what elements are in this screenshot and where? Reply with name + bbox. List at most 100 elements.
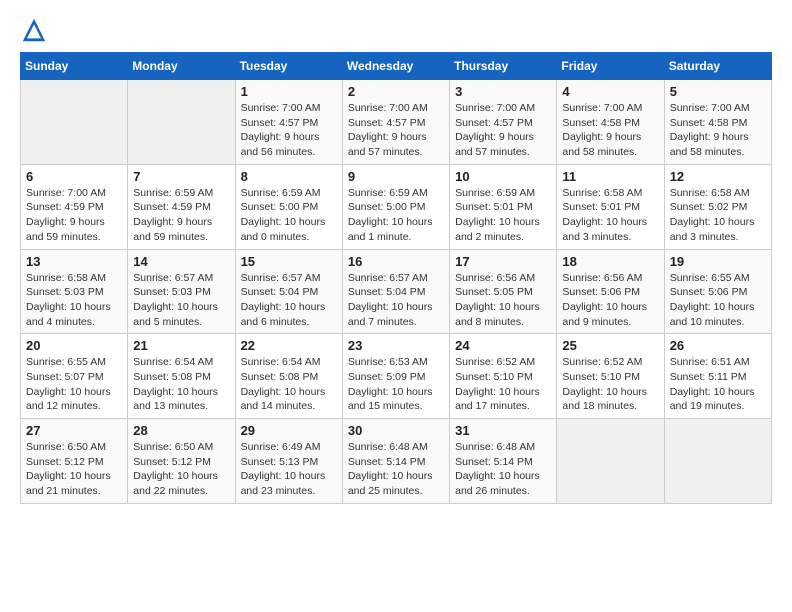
day-number: 20 <box>26 338 122 353</box>
day-info: Sunrise: 6:59 AM Sunset: 5:00 PM Dayligh… <box>348 186 444 245</box>
calendar-cell: 4 Sunrise: 7:00 AM Sunset: 4:58 PM Daylig… <box>557 80 664 165</box>
day-number: 23 <box>348 338 444 353</box>
day-number: 14 <box>133 254 229 269</box>
day-info: Sunrise: 6:53 AM Sunset: 5:09 PM Dayligh… <box>348 355 444 414</box>
logo <box>20 16 52 44</box>
day-number: 24 <box>455 338 551 353</box>
day-info: Sunrise: 7:00 AM Sunset: 4:57 PM Dayligh… <box>348 101 444 160</box>
calendar-week-0: 1 Sunrise: 7:00 AM Sunset: 4:57 PM Daylig… <box>21 80 772 165</box>
day-number: 2 <box>348 84 444 99</box>
day-number: 7 <box>133 169 229 184</box>
day-number: 4 <box>562 84 658 99</box>
calendar-cell: 19 Sunrise: 6:55 AM Sunset: 5:06 PM Dayli… <box>664 249 771 334</box>
calendar-week-2: 13Sunrise: 6:58 AM Sunset: 5:03 PM Dayli… <box>21 249 772 334</box>
day-number: 15 <box>241 254 337 269</box>
day-info: Sunrise: 6:50 AM Sunset: 5:12 PM Dayligh… <box>26 440 122 499</box>
calendar-week-3: 20 Sunrise: 6:55 AM Sunset: 5:07 PM Dayli… <box>21 334 772 419</box>
calendar-cell: 3 Sunrise: 7:00 AM Sunset: 4:57 PM Daylig… <box>450 80 557 165</box>
day-number: 3 <box>455 84 551 99</box>
calendar-cell: 13Sunrise: 6:58 AM Sunset: 5:03 PM Dayli… <box>21 249 128 334</box>
calendar-cell: 10Sunrise: 6:59 AM Sunset: 5:01 PM Dayli… <box>450 164 557 249</box>
day-info: Sunrise: 6:58 AM Sunset: 5:02 PM Dayligh… <box>670 186 766 245</box>
day-header-friday: Friday <box>557 53 664 80</box>
day-info: Sunrise: 7:00 AM Sunset: 4:58 PM Dayligh… <box>670 101 766 160</box>
calendar-cell: 28 Sunrise: 6:50 AM Sunset: 5:12 PM Dayli… <box>128 419 235 504</box>
day-info: Sunrise: 6:59 AM Sunset: 5:00 PM Dayligh… <box>241 186 337 245</box>
day-info: Sunrise: 6:51 AM Sunset: 5:11 PM Dayligh… <box>670 355 766 414</box>
day-number: 31 <box>455 423 551 438</box>
day-header-monday: Monday <box>128 53 235 80</box>
day-number: 19 <box>670 254 766 269</box>
day-info: Sunrise: 7:00 AM Sunset: 4:58 PM Dayligh… <box>562 101 658 160</box>
calendar-cell: 22 Sunrise: 6:54 AM Sunset: 5:08 PM Dayli… <box>235 334 342 419</box>
calendar-cell: 23 Sunrise: 6:53 AM Sunset: 5:09 PM Dayli… <box>342 334 449 419</box>
day-number: 12 <box>670 169 766 184</box>
page-header <box>20 16 772 44</box>
day-header-wednesday: Wednesday <box>342 53 449 80</box>
day-info: Sunrise: 6:58 AM Sunset: 5:01 PM Dayligh… <box>562 186 658 245</box>
calendar-cell: 7 Sunrise: 6:59 AM Sunset: 4:59 PM Daylig… <box>128 164 235 249</box>
calendar-cell: 24 Sunrise: 6:52 AM Sunset: 5:10 PM Dayli… <box>450 334 557 419</box>
calendar-cell: 21Sunrise: 6:54 AM Sunset: 5:08 PM Dayli… <box>128 334 235 419</box>
day-number: 11 <box>562 169 658 184</box>
day-info: Sunrise: 6:59 AM Sunset: 4:59 PM Dayligh… <box>133 186 229 245</box>
day-info: Sunrise: 6:56 AM Sunset: 5:06 PM Dayligh… <box>562 271 658 330</box>
day-header-tuesday: Tuesday <box>235 53 342 80</box>
day-number: 13 <box>26 254 122 269</box>
calendar-cell: 5 Sunrise: 7:00 AM Sunset: 4:58 PM Daylig… <box>664 80 771 165</box>
calendar-week-4: 27Sunrise: 6:50 AM Sunset: 5:12 PM Dayli… <box>21 419 772 504</box>
day-number: 21 <box>133 338 229 353</box>
calendar-cell: 6Sunrise: 7:00 AM Sunset: 4:59 PM Daylig… <box>21 164 128 249</box>
calendar-cell: 17 Sunrise: 6:56 AM Sunset: 5:05 PM Dayli… <box>450 249 557 334</box>
day-number: 16 <box>348 254 444 269</box>
day-header-thursday: Thursday <box>450 53 557 80</box>
calendar-cell: 14 Sunrise: 6:57 AM Sunset: 5:03 PM Dayli… <box>128 249 235 334</box>
day-info: Sunrise: 6:52 AM Sunset: 5:10 PM Dayligh… <box>562 355 658 414</box>
calendar-cell <box>21 80 128 165</box>
calendar-cell: 2 Sunrise: 7:00 AM Sunset: 4:57 PM Daylig… <box>342 80 449 165</box>
day-number: 28 <box>133 423 229 438</box>
calendar-cell: 27Sunrise: 6:50 AM Sunset: 5:12 PM Dayli… <box>21 419 128 504</box>
calendar-header-row: SundayMondayTuesdayWednesdayThursdayFrid… <box>21 53 772 80</box>
day-info: Sunrise: 6:54 AM Sunset: 5:08 PM Dayligh… <box>241 355 337 414</box>
day-number: 9 <box>348 169 444 184</box>
calendar-cell: 11 Sunrise: 6:58 AM Sunset: 5:01 PM Dayli… <box>557 164 664 249</box>
calendar-cell <box>557 419 664 504</box>
day-info: Sunrise: 7:00 AM Sunset: 4:57 PM Dayligh… <box>241 101 337 160</box>
day-number: 25 <box>562 338 658 353</box>
day-number: 1 <box>241 84 337 99</box>
day-number: 22 <box>241 338 337 353</box>
day-number: 5 <box>670 84 766 99</box>
day-info: Sunrise: 6:52 AM Sunset: 5:10 PM Dayligh… <box>455 355 551 414</box>
logo-icon <box>20 16 48 44</box>
day-info: Sunrise: 6:49 AM Sunset: 5:13 PM Dayligh… <box>241 440 337 499</box>
day-number: 29 <box>241 423 337 438</box>
day-header-saturday: Saturday <box>664 53 771 80</box>
calendar-cell: 16Sunrise: 6:57 AM Sunset: 5:04 PM Dayli… <box>342 249 449 334</box>
day-info: Sunrise: 6:57 AM Sunset: 5:04 PM Dayligh… <box>241 271 337 330</box>
day-number: 18 <box>562 254 658 269</box>
day-number: 26 <box>670 338 766 353</box>
calendar-cell <box>128 80 235 165</box>
calendar-cell: 31Sunrise: 6:48 AM Sunset: 5:14 PM Dayli… <box>450 419 557 504</box>
day-number: 6 <box>26 169 122 184</box>
calendar-cell: 25 Sunrise: 6:52 AM Sunset: 5:10 PM Dayli… <box>557 334 664 419</box>
day-number: 30 <box>348 423 444 438</box>
day-info: Sunrise: 6:50 AM Sunset: 5:12 PM Dayligh… <box>133 440 229 499</box>
calendar: SundayMondayTuesdayWednesdayThursdayFrid… <box>20 52 772 504</box>
calendar-cell: 29 Sunrise: 6:49 AM Sunset: 5:13 PM Dayli… <box>235 419 342 504</box>
calendar-cell: 30Sunrise: 6:48 AM Sunset: 5:14 PM Dayli… <box>342 419 449 504</box>
day-number: 8 <box>241 169 337 184</box>
day-info: Sunrise: 6:56 AM Sunset: 5:05 PM Dayligh… <box>455 271 551 330</box>
day-info: Sunrise: 6:55 AM Sunset: 5:06 PM Dayligh… <box>670 271 766 330</box>
day-info: Sunrise: 7:00 AM Sunset: 4:57 PM Dayligh… <box>455 101 551 160</box>
calendar-cell: 18 Sunrise: 6:56 AM Sunset: 5:06 PM Dayli… <box>557 249 664 334</box>
calendar-cell: 1 Sunrise: 7:00 AM Sunset: 4:57 PM Daylig… <box>235 80 342 165</box>
calendar-week-1: 6Sunrise: 7:00 AM Sunset: 4:59 PM Daylig… <box>21 164 772 249</box>
day-info: Sunrise: 6:55 AM Sunset: 5:07 PM Dayligh… <box>26 355 122 414</box>
day-info: Sunrise: 6:57 AM Sunset: 5:03 PM Dayligh… <box>133 271 229 330</box>
calendar-cell: 15 Sunrise: 6:57 AM Sunset: 5:04 PM Dayli… <box>235 249 342 334</box>
day-number: 17 <box>455 254 551 269</box>
calendar-cell: 20 Sunrise: 6:55 AM Sunset: 5:07 PM Dayli… <box>21 334 128 419</box>
day-number: 10 <box>455 169 551 184</box>
